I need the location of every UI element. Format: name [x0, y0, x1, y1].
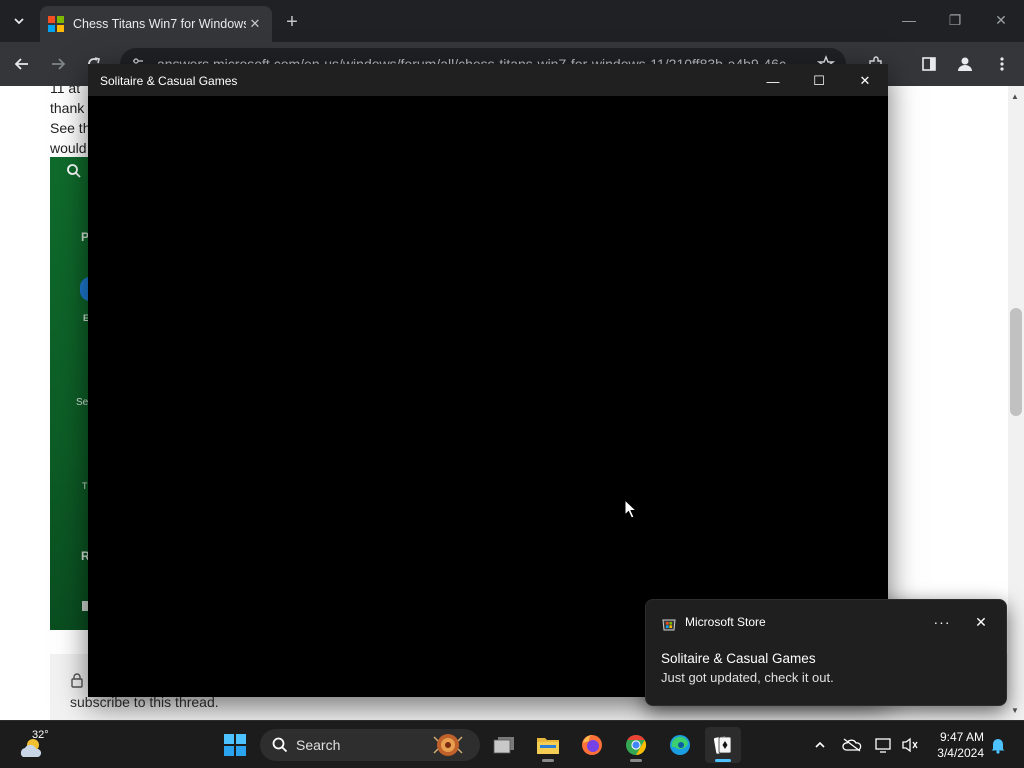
- tab-title: Chess Titans Win7 for Windows: [73, 17, 246, 31]
- network-tray-button[interactable]: [872, 733, 896, 757]
- chrome-icon: [626, 734, 647, 756]
- scrollbar-thumb[interactable]: [1010, 308, 1022, 416]
- bell-icon: [991, 739, 1005, 754]
- profile-icon: [958, 57, 972, 71]
- speaker-muted-icon: [902, 737, 918, 753]
- notification-message: Just got updated, check it out.: [661, 670, 834, 685]
- kebab-menu-icon: [1000, 57, 1004, 71]
- tab-search-button[interactable]: [6, 8, 32, 34]
- arrow-right-icon: [52, 58, 66, 70]
- microsoft-store-icon: [662, 619, 676, 631]
- page-text-line: See th: [50, 120, 91, 136]
- weather-widget[interactable]: 32°: [14, 729, 54, 761]
- app-minimize-button[interactable]: —: [750, 66, 796, 96]
- page-text-line: thank: [50, 100, 85, 116]
- folder-icon: [537, 738, 559, 754]
- notification-headline: Solitaire & Casual Games: [661, 651, 816, 666]
- task-view-button[interactable]: [486, 727, 522, 763]
- clock-time: 9:47 AM: [939, 730, 984, 744]
- windows-logo-icon: [224, 734, 246, 756]
- microsoft-logo-icon: [48, 16, 64, 32]
- system-clock[interactable]: 9:47 AM 3/4/2024: [928, 729, 984, 761]
- notification-toast[interactable]: Microsoft Store ··· ✕ Solitaire & Casual…: [645, 599, 1007, 706]
- browser-restore-button[interactable]: ❐: [932, 6, 978, 34]
- windows-taskbar: 32° Search 9:47 AM 3/4/2024: [0, 720, 1024, 768]
- solitaire-icon: [713, 736, 732, 754]
- search-highlight-icon: [433, 734, 463, 756]
- chevron-up-icon: [815, 741, 825, 748]
- volume-tray-button[interactable]: [898, 733, 922, 757]
- panel-text-fragment: T: [82, 481, 88, 491]
- scroll-up-arrow-icon[interactable]: ▲: [1011, 92, 1019, 101]
- page-text-line: would: [50, 140, 87, 156]
- search-icon: [67, 164, 81, 178]
- forward-button[interactable]: [44, 50, 72, 78]
- browser-close-button[interactable]: ✕: [978, 6, 1024, 34]
- browser-tab-strip: Chess Titans Win7 for Windows ✕ + — ❐ ✕: [0, 0, 1024, 42]
- notification-app-name: Microsoft Store: [685, 615, 766, 629]
- app-close-button[interactable]: ✕: [842, 66, 888, 96]
- task-view-icon: [493, 737, 514, 754]
- browser-minimize-button[interactable]: —: [886, 6, 932, 34]
- clock-date: 3/4/2024: [937, 746, 984, 760]
- side-panel-button[interactable]: [915, 50, 943, 78]
- tab-close-icon[interactable]: ✕: [246, 15, 264, 33]
- edge-icon: [670, 735, 690, 755]
- file-explorer-button[interactable]: [530, 727, 566, 763]
- taskbar-search[interactable]: Search: [260, 729, 480, 761]
- network-monitor-icon: [875, 738, 891, 753]
- notification-center-button[interactable]: [986, 733, 1010, 757]
- chevron-down-icon: [14, 18, 24, 25]
- start-button[interactable]: [217, 727, 253, 763]
- taskbar-search-label: Search: [296, 737, 341, 753]
- profile-button[interactable]: [951, 50, 979, 78]
- app-title-bar[interactable]: Solitaire & Casual Games — ☐ ✕: [88, 64, 888, 96]
- weather-temperature: 32°: [32, 729, 49, 741]
- show-hidden-icons-button[interactable]: [808, 733, 832, 757]
- app-maximize-button[interactable]: ☐: [796, 66, 842, 96]
- scroll-down-arrow-icon[interactable]: ▼: [1011, 706, 1019, 715]
- search-icon: [272, 737, 288, 753]
- onedrive-tray-button[interactable]: [840, 733, 864, 757]
- browser-menu-button[interactable]: [988, 50, 1016, 78]
- firefox-icon: [582, 735, 602, 755]
- page-scrollbar[interactable]: ▲ ▼: [1008, 86, 1024, 720]
- running-indicator: [630, 759, 642, 762]
- page-text-line: 11 at: [50, 86, 81, 96]
- notification-more-button[interactable]: ···: [926, 610, 958, 634]
- app-window-title: Solitaire & Casual Games: [100, 74, 238, 88]
- active-window-indicator: [715, 759, 731, 762]
- cloud-offline-icon: [842, 738, 862, 752]
- new-tab-button[interactable]: +: [280, 10, 304, 34]
- notification-close-button[interactable]: ✕: [966, 610, 996, 634]
- panel-text-fragment: Se: [76, 397, 89, 408]
- back-button[interactable]: [8, 50, 36, 78]
- edge-button[interactable]: [662, 727, 698, 763]
- side-panel-icon: [922, 57, 936, 71]
- solitaire-taskbar-button[interactable]: [705, 727, 741, 763]
- lock-icon: [71, 673, 83, 688]
- browser-tab[interactable]: Chess Titans Win7 for Windows ✕: [40, 6, 272, 42]
- chrome-button[interactable]: [618, 727, 654, 763]
- firefox-button[interactable]: [574, 727, 610, 763]
- mouse-cursor-icon: [624, 499, 637, 519]
- running-indicator: [542, 759, 554, 762]
- arrow-left-icon: [14, 58, 28, 70]
